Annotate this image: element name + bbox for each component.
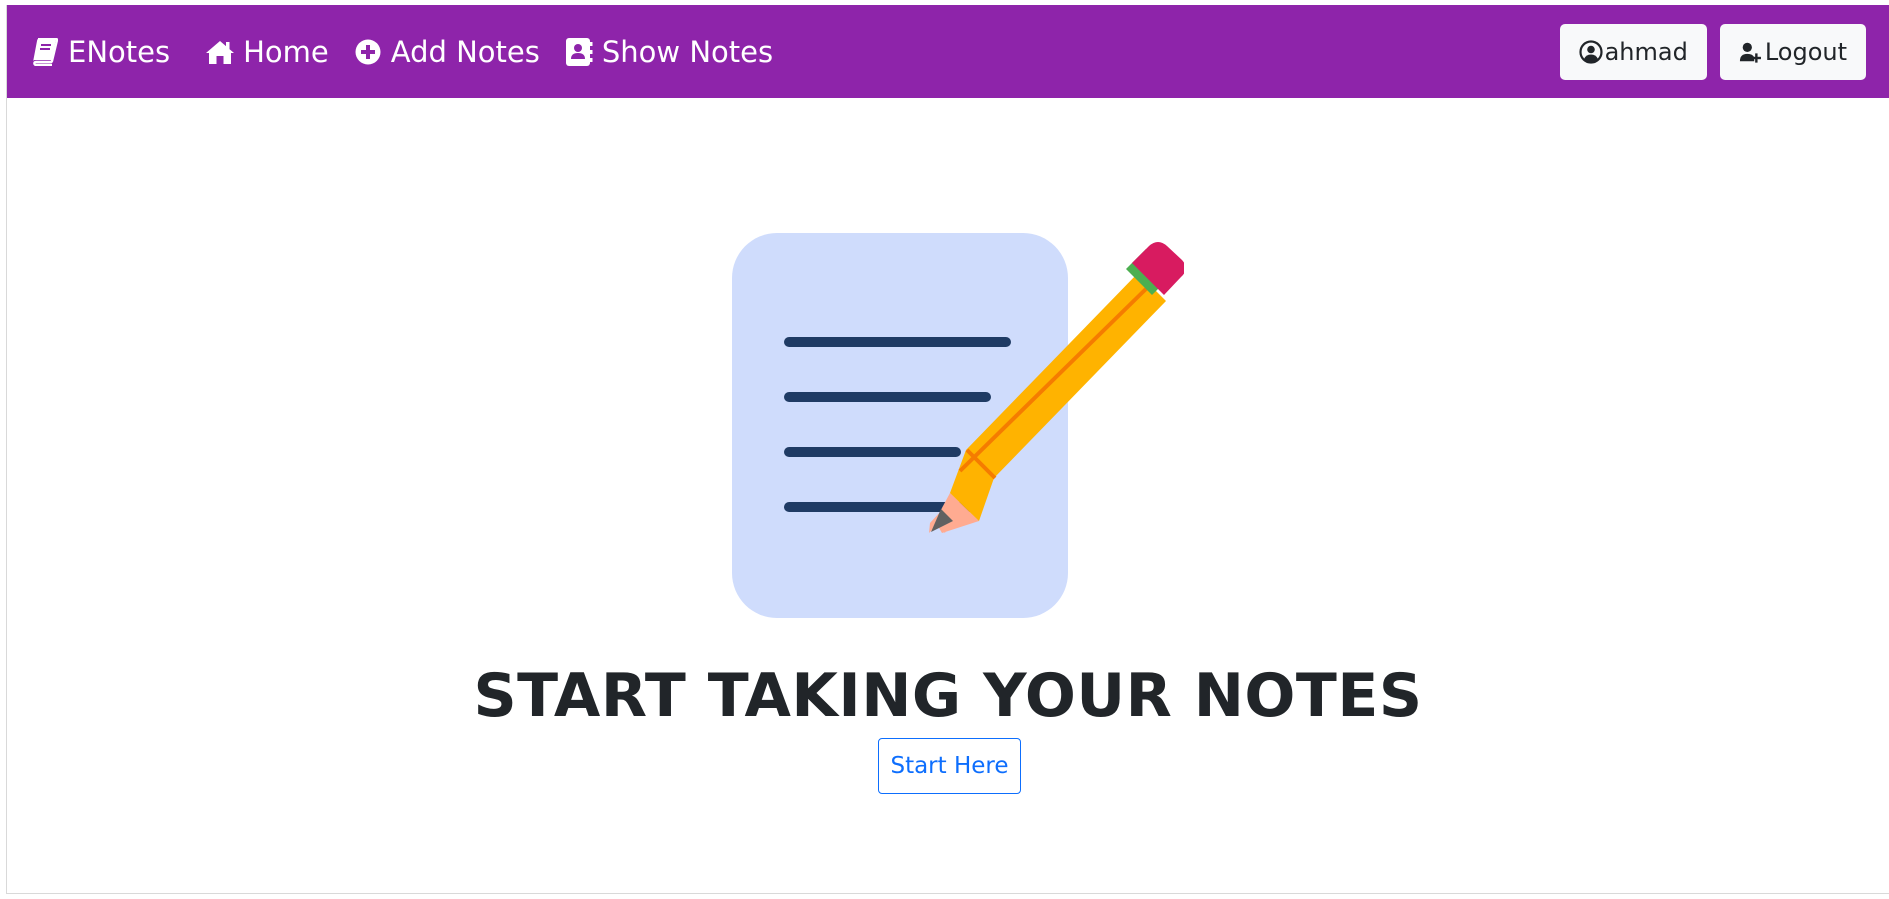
brand-link[interactable]: ENotes [30,35,170,69]
plus-circle-icon [353,37,383,67]
nav-link-label: Add Notes [390,34,540,69]
brand-label: ENotes [68,34,171,69]
navbar: ENotes Home Add Notes Show Notes ahmad L… [7,5,1889,98]
user-name: ahmad [1604,38,1688,66]
home-icon [205,37,235,67]
user-circle-icon [1578,40,1603,64]
nav-link-home[interactable]: Home [205,35,329,69]
user-button[interactable]: ahmad [1559,24,1707,80]
nav-link-show-notes[interactable]: Show Notes [564,35,773,69]
page-headline: START TAKING YOUR NOTES [473,661,1423,731]
app-frame: ENotes Home Add Notes Show Notes ahmad L… [6,5,1889,894]
nav-link-label: Show Notes [601,34,774,69]
hero-section: START TAKING YOUR NOTES Start Here [7,98,1889,893]
logout-label: Logout [1764,38,1847,66]
start-here-button[interactable]: Start Here [878,738,1021,794]
nav-link-label: Home [243,34,329,69]
logout-button[interactable]: Logout [1719,24,1866,80]
notes-illustration [732,233,1184,618]
user-plus-icon [1739,40,1763,64]
nav-link-add-notes[interactable]: Add Notes [353,35,540,69]
address-book-icon [564,37,594,67]
nav-left: ENotes Home Add Notes Show Notes [30,5,797,98]
book-icon [30,37,60,67]
nav-right: ahmad Logout [1547,24,1866,80]
